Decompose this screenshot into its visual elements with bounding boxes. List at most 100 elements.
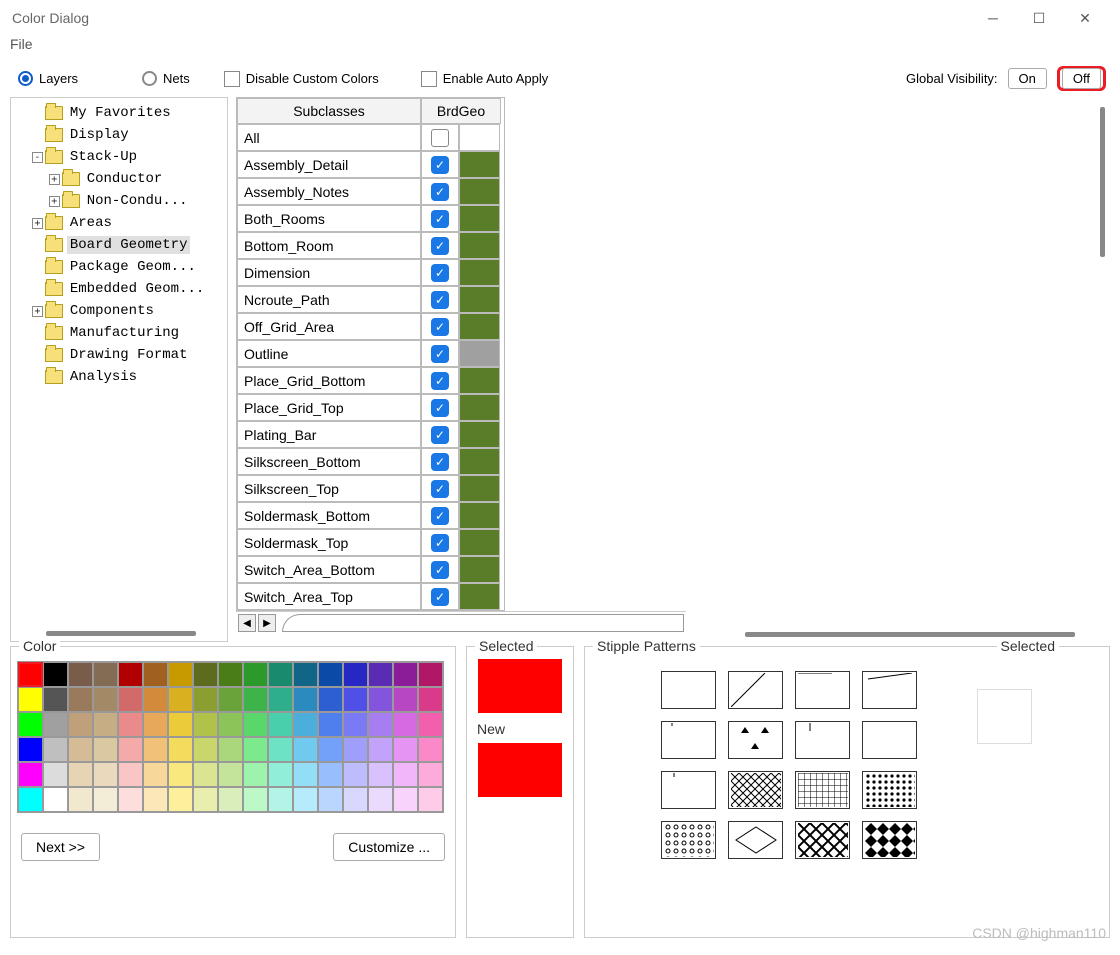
- palette-swatch[interactable]: [343, 687, 368, 712]
- tree-item[interactable]: +Components: [15, 300, 223, 322]
- subclass-color-swatch[interactable]: [459, 421, 500, 448]
- subclass-color-swatch[interactable]: [459, 583, 500, 610]
- palette-swatch[interactable]: [318, 787, 343, 812]
- subclass-color-swatch[interactable]: [459, 340, 500, 367]
- tree-item[interactable]: Embedded Geom...: [15, 278, 223, 300]
- subclass-color-swatch[interactable]: [459, 205, 500, 232]
- palette-swatch[interactable]: [418, 737, 443, 762]
- minimize-button[interactable]: ─: [970, 0, 1016, 36]
- subclass-visibility-checkbox[interactable]: ✓: [421, 421, 459, 448]
- chk-disable-custom[interactable]: Disable Custom Colors: [224, 71, 379, 87]
- palette-swatch[interactable]: [368, 712, 393, 737]
- palette-swatch[interactable]: [118, 737, 143, 762]
- tree-expander[interactable]: -: [32, 152, 43, 163]
- palette-swatch[interactable]: [68, 662, 93, 687]
- subclass-visibility-checkbox[interactable]: ✓: [421, 340, 459, 367]
- palette-swatch[interactable]: [318, 737, 343, 762]
- palette-swatch[interactable]: [368, 787, 393, 812]
- palette-swatch[interactable]: [68, 787, 93, 812]
- palette-swatch[interactable]: [393, 762, 418, 787]
- stipple-diamond[interactable]: [728, 821, 783, 859]
- palette-swatch[interactable]: [218, 687, 243, 712]
- subclass-name[interactable]: Off_Grid_Area: [237, 313, 421, 340]
- palette-swatch[interactable]: [193, 737, 218, 762]
- stipple-tri-up[interactable]: [728, 721, 783, 759]
- tree-item[interactable]: Display: [15, 124, 223, 146]
- palette-swatch[interactable]: [43, 662, 68, 687]
- palette-swatch[interactable]: [318, 687, 343, 712]
- palette-swatch[interactable]: [118, 687, 143, 712]
- subclass-name[interactable]: Plating_Bar: [237, 421, 421, 448]
- header-subclasses[interactable]: Subclasses: [237, 98, 421, 124]
- palette-swatch[interactable]: [218, 712, 243, 737]
- palette-swatch[interactable]: [143, 687, 168, 712]
- palette-swatch[interactable]: [268, 787, 293, 812]
- stipple-diag-cross[interactable]: [795, 671, 850, 709]
- palette-swatch[interactable]: [193, 687, 218, 712]
- stipple-cross-dense[interactable]: [728, 771, 783, 809]
- subclass-name[interactable]: Bottom_Room: [237, 232, 421, 259]
- stipple-dots-dense[interactable]: [862, 771, 917, 809]
- palette-swatch[interactable]: [43, 712, 68, 737]
- tree-item[interactable]: Manufacturing: [15, 322, 223, 344]
- subclass-name[interactable]: Switch_Area_Top: [237, 583, 421, 610]
- tree-item[interactable]: Drawing Format: [15, 344, 223, 366]
- subclass-color-swatch[interactable]: [459, 124, 500, 151]
- close-button[interactable]: ✕: [1062, 0, 1108, 36]
- customize-button[interactable]: Customize ...: [333, 833, 445, 861]
- palette-swatch[interactable]: [243, 787, 268, 812]
- palette-swatch[interactable]: [168, 787, 193, 812]
- stipple-horiz-lines[interactable]: [862, 671, 917, 709]
- palette-swatch[interactable]: [218, 787, 243, 812]
- tree-item[interactable]: +Conductor: [15, 168, 223, 190]
- tree-item[interactable]: +Areas: [15, 212, 223, 234]
- palette-swatch[interactable]: [268, 662, 293, 687]
- palette-swatch[interactable]: [418, 762, 443, 787]
- subclass-name[interactable]: Place_Grid_Bottom: [237, 367, 421, 394]
- palette-swatch[interactable]: [43, 787, 68, 812]
- palette-swatch[interactable]: [143, 712, 168, 737]
- palette-swatch[interactable]: [18, 737, 43, 762]
- palette-swatch[interactable]: [143, 787, 168, 812]
- palette-swatch[interactable]: [393, 737, 418, 762]
- palette-swatch[interactable]: [93, 662, 118, 687]
- subclass-visibility-checkbox[interactable]: ✓: [421, 583, 459, 610]
- stipple-check[interactable]: [862, 821, 917, 859]
- subclass-name[interactable]: Silkscreen_Bottom: [237, 448, 421, 475]
- palette-swatch[interactable]: [168, 762, 193, 787]
- subclass-visibility-checkbox[interactable]: ✓: [421, 232, 459, 259]
- palette-swatch[interactable]: [143, 662, 168, 687]
- palette-swatch[interactable]: [393, 712, 418, 737]
- palette-swatch[interactable]: [368, 762, 393, 787]
- palette-swatch[interactable]: [18, 662, 43, 687]
- radio-layers[interactable]: Layers: [18, 71, 78, 86]
- tree-expander[interactable]: +: [49, 174, 60, 185]
- stipple-vert-lines[interactable]: [661, 721, 716, 759]
- subclass-name[interactable]: Soldermask_Bottom: [237, 502, 421, 529]
- subclass-color-swatch[interactable]: [459, 286, 500, 313]
- palette-swatch[interactable]: [418, 712, 443, 737]
- palette-swatch[interactable]: [143, 762, 168, 787]
- subclass-visibility-checkbox[interactable]: ✓: [421, 502, 459, 529]
- maximize-button[interactable]: ☐: [1016, 0, 1062, 36]
- subclass-visibility-checkbox[interactable]: ✓: [421, 286, 459, 313]
- subclass-color-swatch[interactable]: [459, 556, 500, 583]
- palette-swatch[interactable]: [93, 787, 118, 812]
- palette-swatch[interactable]: [118, 662, 143, 687]
- subclass-name[interactable]: Outline: [237, 340, 421, 367]
- palette-swatch[interactable]: [293, 662, 318, 687]
- tree-expander[interactable]: +: [32, 306, 43, 317]
- grid-tab[interactable]: [282, 614, 684, 632]
- stipple-dash-v[interactable]: [661, 771, 716, 809]
- palette-swatch[interactable]: [368, 737, 393, 762]
- stipple-grid[interactable]: [661, 671, 917, 859]
- global-off-button[interactable]: Off: [1062, 68, 1101, 89]
- subclass-color-swatch[interactable]: [459, 367, 500, 394]
- palette-swatch[interactable]: [18, 712, 43, 737]
- palette-swatch[interactable]: [118, 762, 143, 787]
- palette-swatch[interactable]: [93, 687, 118, 712]
- palette-swatch[interactable]: [393, 687, 418, 712]
- palette-swatch[interactable]: [243, 712, 268, 737]
- color-palette[interactable]: [17, 661, 444, 813]
- subclass-color-swatch[interactable]: [459, 529, 500, 556]
